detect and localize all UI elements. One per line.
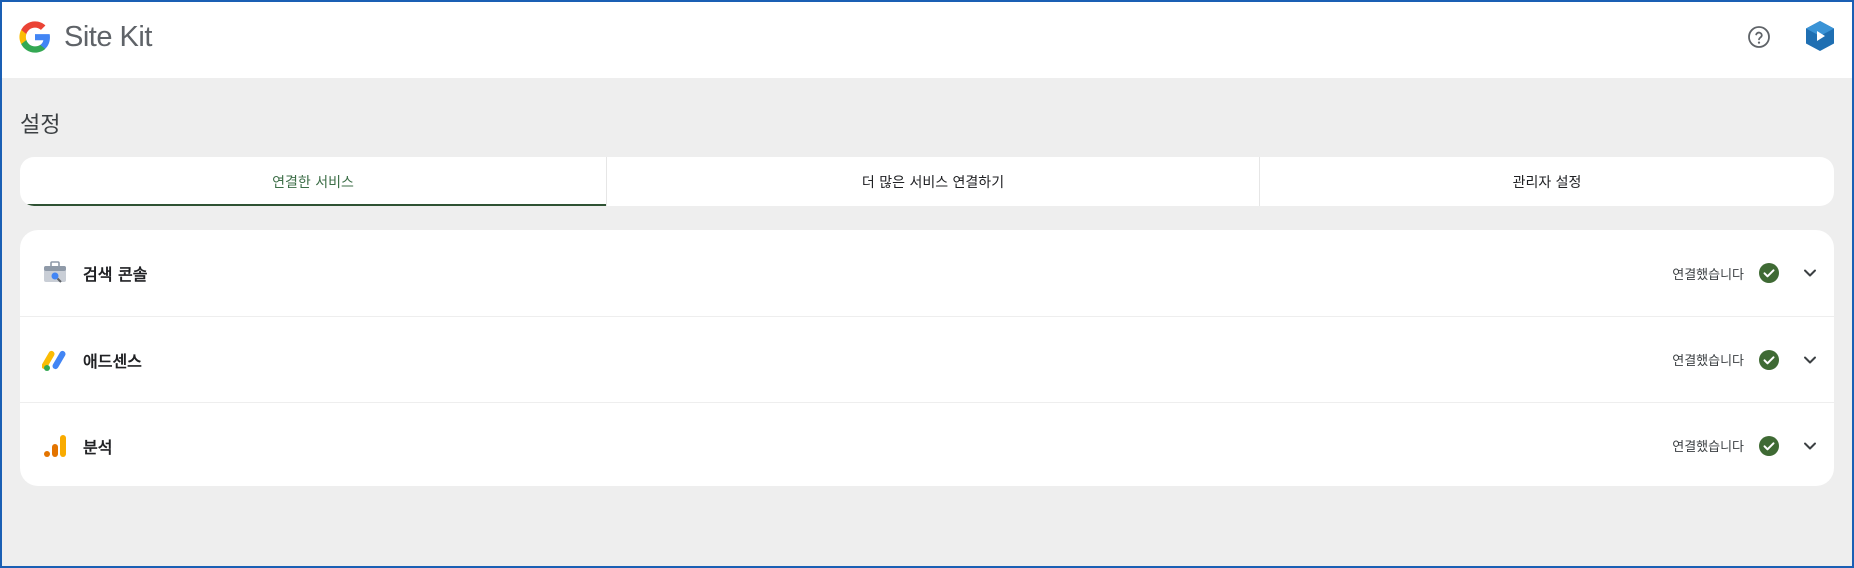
tab-admin-settings[interactable]: 관리자 설정 [1259,157,1834,206]
tab-connect-more-services[interactable]: 더 많은 서비스 연결하기 [606,157,1259,206]
service-row-analytics[interactable]: 분석 연결했습니다 [20,402,1834,486]
service-name: 검색 콘솔 [83,265,148,284]
page-title: 설정 [20,113,61,138]
service-status: 연결했습니다 [1672,354,1744,369]
service-row-search-console[interactable]: 검색 콘솔 연결했습니다 [20,230,1834,316]
connected-check-icon [1759,263,1779,283]
chevron-down-icon[interactable] [1800,263,1820,283]
service-name: 분석 [83,437,113,457]
analytics-icon [44,434,66,457]
chevron-down-icon[interactable] [1800,350,1820,370]
service-row-adsense[interactable]: 애드센스 연결했습니다 [20,316,1834,402]
connected-check-icon [1759,349,1779,370]
settings-tabs: 연결한 서비스 더 많은 서비스 연결하기 관리자 설정 [20,157,1834,206]
chevron-down-icon[interactable] [1800,436,1820,456]
connected-check-icon [1759,435,1779,456]
tab-connected-services[interactable]: 연결한 서비스 [20,157,606,206]
services-list: 검색 콘솔 연결했습니다 애드센스 연결했습니다 분석 연결했습니다 [20,230,1834,486]
help-circle-icon [1748,26,1770,48]
site-kit-logo[interactable]: Site Kit [18,19,152,55]
service-name: 애드센스 [83,351,142,371]
service-status: 연결했습니다 [1672,267,1744,283]
search-console-icon [44,261,66,283]
brand-name: Site Kit [64,20,152,53]
app-window: Site Kit 설정 연결한 서비스 더 많은 서비스 연결하기 관리자 설정 [0,0,1854,568]
top-bar: Site Kit [2,2,1852,78]
google-g-icon [19,21,50,53]
account-avatar[interactable] [1803,19,1837,53]
adsense-icon [42,350,66,371]
service-status: 연결했습니다 [1672,440,1744,455]
help-button[interactable] [1746,24,1772,50]
account-avatar-icon [1806,21,1834,51]
